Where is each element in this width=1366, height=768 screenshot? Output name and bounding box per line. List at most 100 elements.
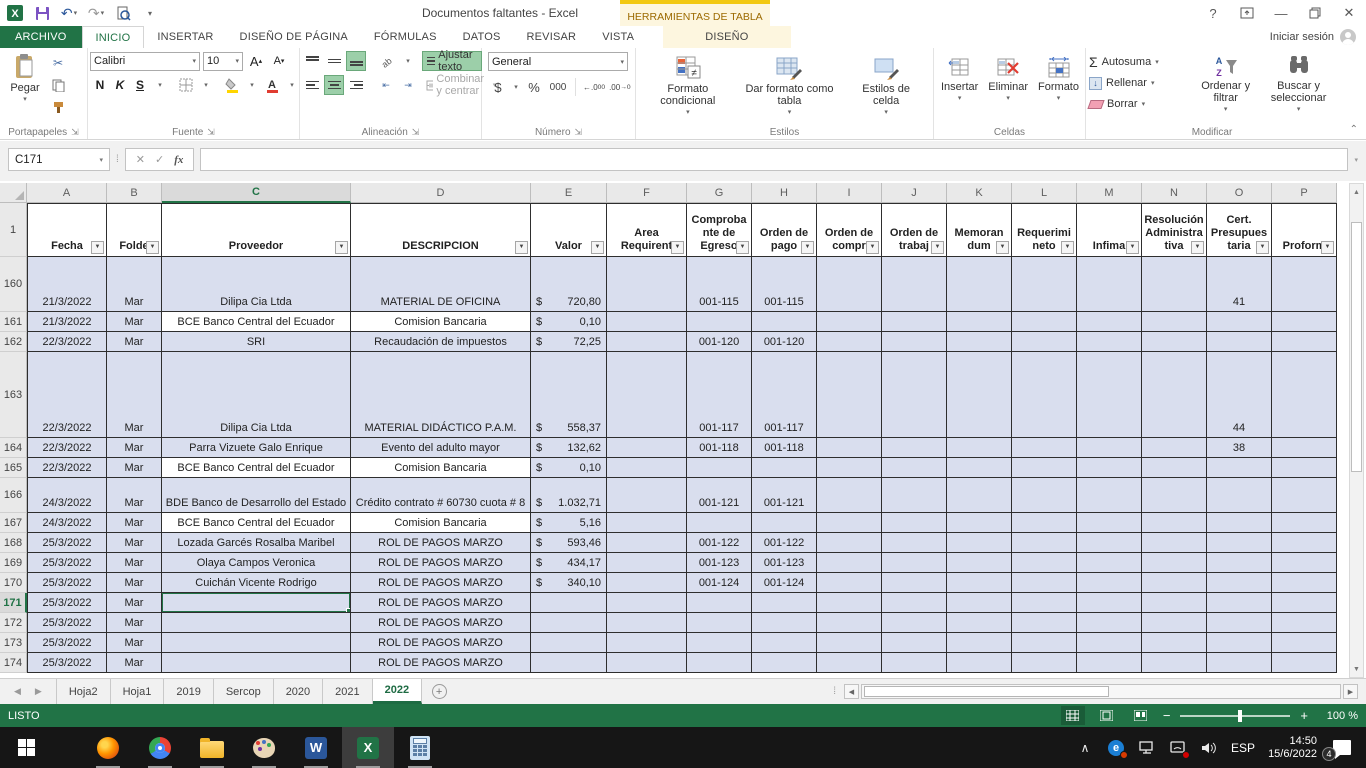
undo-button[interactable]: ↶▾	[60, 4, 78, 22]
hscroll-left-arrow[interactable]: ◀	[844, 684, 859, 699]
header-cell-P[interactable]: Proform▼	[1272, 203, 1337, 257]
orientation-caret[interactable]: ▾	[398, 51, 418, 71]
column-letter-H[interactable]: H	[752, 183, 817, 203]
tab-insertar[interactable]: INSERTAR	[144, 26, 226, 48]
filter-button-P[interactable]: ▼	[1321, 241, 1334, 254]
column-letter-N[interactable]: N	[1142, 183, 1207, 203]
filter-button-L[interactable]: ▼	[1061, 241, 1074, 254]
cell-E162[interactable]: $72,25	[531, 332, 607, 352]
cell-K166[interactable]	[947, 478, 1012, 513]
sheet-tab-2019[interactable]: 2019	[164, 679, 213, 704]
fill-color-button[interactable]	[222, 75, 242, 95]
cell-J172[interactable]	[882, 613, 947, 633]
cell-P170[interactable]	[1272, 573, 1337, 593]
cell-B171[interactable]: Mar	[107, 593, 162, 613]
cell-P172[interactable]	[1272, 613, 1337, 633]
cell-C163[interactable]: Dilipa Cia Ltda	[162, 352, 351, 438]
cell-L169[interactable]	[1012, 553, 1077, 573]
security-alert-icon[interactable]: e	[1107, 739, 1125, 757]
cell-F168[interactable]	[607, 533, 687, 553]
header-cell-L[interactable]: Requerimi neto▼	[1012, 203, 1077, 257]
cell-J161[interactable]	[882, 312, 947, 332]
cell-P164[interactable]	[1272, 438, 1337, 458]
header-cell-G[interactable]: Comproba nte de Egreso▼	[687, 203, 752, 257]
header-cell-D[interactable]: DESCRIPCION▼	[351, 203, 531, 257]
cell-O160[interactable]: 41	[1207, 257, 1272, 312]
cell-G170[interactable]: 001-124	[687, 573, 752, 593]
cell-D161[interactable]: Comision Bancaria	[351, 312, 531, 332]
cell-I164[interactable]	[817, 438, 882, 458]
column-letter-B[interactable]: B	[107, 183, 162, 203]
cell-G174[interactable]	[687, 653, 752, 673]
sheet-nav-next[interactable]: ▶	[35, 686, 42, 697]
cell-C171[interactable]	[162, 593, 351, 613]
header-cell-F[interactable]: Area Requirent▼	[607, 203, 687, 257]
cell-G165[interactable]	[687, 458, 752, 478]
font-size-combo[interactable]: 10▾	[203, 52, 243, 71]
header-cell-E[interactable]: Valor▼	[531, 203, 607, 257]
cell-F167[interactable]	[607, 513, 687, 533]
font-name-combo[interactable]: Calibri▾	[90, 52, 200, 71]
cell-D162[interactable]: Recaudación de impuestos	[351, 332, 531, 352]
align-middle-button[interactable]	[324, 51, 344, 71]
row-number-160[interactable]: 160	[0, 257, 27, 312]
cell-O168[interactable]	[1207, 533, 1272, 553]
horizontal-scrollbar[interactable]	[861, 684, 1341, 699]
cell-I169[interactable]	[817, 553, 882, 573]
tab-diseno-pagina[interactable]: DISEÑO DE PÁGINA	[227, 26, 361, 48]
taskbar-firefox[interactable]	[82, 727, 134, 768]
page-layout-view-button[interactable]	[1095, 706, 1119, 725]
cell-C170[interactable]: Cuichán Vicente Rodrigo	[162, 573, 351, 593]
cell-E169[interactable]: $434,17	[531, 553, 607, 573]
filter-button-N[interactable]: ▼	[1191, 241, 1204, 254]
cell-P160[interactable]	[1272, 257, 1337, 312]
tab-datos[interactable]: DATOS	[450, 26, 514, 48]
cell-D169[interactable]: ROL DE PAGOS MARZO	[351, 553, 531, 573]
cell-K173[interactable]	[947, 633, 1012, 653]
select-all-corner[interactable]	[0, 183, 27, 203]
scroll-up-arrow[interactable]: ▲	[1350, 184, 1363, 200]
cell-F162[interactable]	[607, 332, 687, 352]
cell-E170[interactable]: $340,10	[531, 573, 607, 593]
copy-button[interactable]	[48, 75, 68, 95]
grow-font-button[interactable]: A▴	[246, 51, 266, 71]
cell-B169[interactable]: Mar	[107, 553, 162, 573]
taskbar-paint[interactable]	[238, 727, 290, 768]
cell-H170[interactable]: 001-124	[752, 573, 817, 593]
display-alert-icon[interactable]	[1169, 739, 1187, 757]
cell-M163[interactable]	[1077, 352, 1142, 438]
cell-B170[interactable]: Mar	[107, 573, 162, 593]
cell-O166[interactable]	[1207, 478, 1272, 513]
cell-P163[interactable]	[1272, 352, 1337, 438]
cell-D164[interactable]: Evento del adulto mayor	[351, 438, 531, 458]
cell-D168[interactable]: ROL DE PAGOS MARZO	[351, 533, 531, 553]
cell-L167[interactable]	[1012, 513, 1077, 533]
cell-J167[interactable]	[882, 513, 947, 533]
cell-M172[interactable]	[1077, 613, 1142, 633]
cell-K174[interactable]	[947, 653, 1012, 673]
font-dialog-launcher[interactable]: ⇲	[207, 127, 215, 138]
cell-F160[interactable]	[607, 257, 687, 312]
cell-J162[interactable]	[882, 332, 947, 352]
cell-G172[interactable]	[687, 613, 752, 633]
cell-L174[interactable]	[1012, 653, 1077, 673]
cell-I165[interactable]	[817, 458, 882, 478]
cell-N166[interactable]	[1142, 478, 1207, 513]
align-right-button[interactable]	[346, 75, 366, 95]
tab-inicio[interactable]: INICIO	[82, 26, 145, 48]
cell-M171[interactable]	[1077, 593, 1142, 613]
cell-G162[interactable]: 001-120	[687, 332, 752, 352]
cell-J173[interactable]	[882, 633, 947, 653]
cell-E165[interactable]: $0,10	[531, 458, 607, 478]
header-cell-B[interactable]: Folde▼	[107, 203, 162, 257]
cell-L170[interactable]	[1012, 573, 1077, 593]
cell-N170[interactable]	[1142, 573, 1207, 593]
tab-split-handle[interactable]: ⁞	[833, 686, 836, 697]
cell-F172[interactable]	[607, 613, 687, 633]
cell-E160[interactable]: $720,80	[531, 257, 607, 312]
percent-format-button[interactable]: %	[524, 77, 544, 97]
cell-A170[interactable]: 25/3/2022	[27, 573, 107, 593]
align-bottom-button[interactable]	[346, 51, 366, 71]
restore-button[interactable]	[1298, 0, 1332, 26]
cell-P167[interactable]	[1272, 513, 1337, 533]
